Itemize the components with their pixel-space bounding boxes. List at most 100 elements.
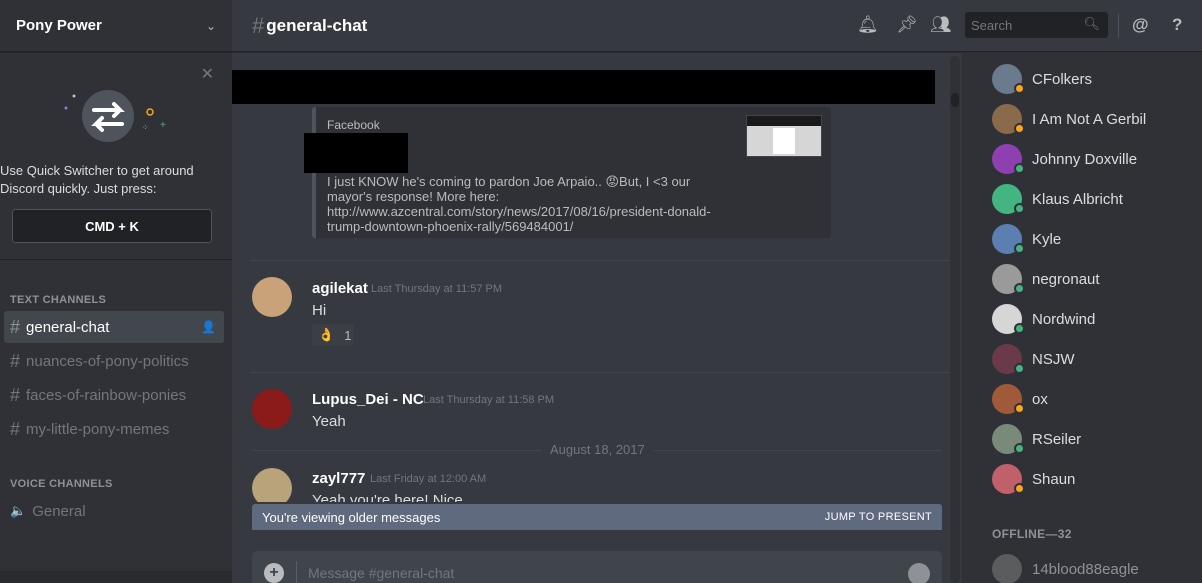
- upload-plus-icon[interactable]: +: [264, 563, 284, 583]
- quick-switcher-shortcut: CMD + K: [12, 209, 212, 243]
- channel-my-little-pony-memes[interactable]: # my-little-pony-memes: [4, 413, 224, 445]
- older-messages-banner: You're viewing older messages JUMP TO PR…: [252, 504, 942, 530]
- scrollbar-thumb[interactable]: [951, 93, 959, 107]
- member-list: CFolkers I Am Not A Gerbil Johnny Doxvil…: [962, 52, 1202, 583]
- invite-user-icon[interactable]: 👤: [201, 320, 216, 334]
- user-panel: [0, 571, 232, 583]
- status-online-icon: [1014, 323, 1025, 334]
- member-name: negronaut: [1032, 270, 1100, 288]
- ok-hand-icon: 👌: [318, 327, 335, 342]
- header-divider: [1118, 14, 1119, 38]
- member-item[interactable]: CFolkers: [962, 59, 1202, 99]
- message-author[interactable]: Lupus_Dei - NC: [312, 391, 424, 408]
- member-item[interactable]: NSJW: [962, 339, 1202, 379]
- mention-icon[interactable]: @: [1132, 15, 1149, 35]
- channel-faces-of-rainbow-ponies[interactable]: # faces-of-rainbow-ponies: [4, 379, 224, 411]
- avatar[interactable]: [252, 277, 292, 317]
- reaction-count: 1: [344, 327, 352, 343]
- member-item[interactable]: 14blood88eagle: [962, 549, 1202, 583]
- message-input[interactable]: Message #general-chat: [308, 565, 454, 581]
- channel-sidebar: Pony Power ⌄ ✕ + ⁘ Use Quick Switcher to…: [0, 0, 232, 583]
- reaction-badge[interactable]: 👌 1: [312, 324, 354, 346]
- member-item[interactable]: negronaut: [962, 259, 1202, 299]
- pin-icon[interactable]: 📌︎: [896, 15, 918, 35]
- emoji-picker-icon[interactable]: [908, 563, 930, 583]
- status-online-icon: [1014, 283, 1025, 294]
- member-name: Klaus Albricht: [1032, 190, 1123, 208]
- search-placeholder: Search: [971, 17, 1013, 33]
- voice-channel-general[interactable]: 🔈 General: [4, 495, 224, 527]
- message-text: Yeah you're here! Nice: [312, 492, 463, 502]
- member-name: 14blood88eagle: [1032, 560, 1139, 578]
- embed-thumbnail[interactable]: [746, 115, 822, 157]
- avatar[interactable]: [252, 389, 292, 429]
- member-item[interactable]: Klaus Albricht: [962, 179, 1202, 219]
- svg-text:+: +: [160, 120, 166, 131]
- message-timestamp: Last Thursday at 11:58 PM: [423, 394, 555, 406]
- member-name: ox: [1032, 390, 1048, 408]
- hash-icon: #: [10, 418, 21, 439]
- channel-label: general-chat: [26, 318, 110, 336]
- svg-text:⁘: ⁘: [142, 123, 149, 132]
- hash-icon: #: [10, 384, 21, 405]
- member-item[interactable]: Johnny Doxville: [962, 139, 1202, 179]
- member-name: Shaun: [1032, 470, 1076, 488]
- status-online-icon: [1014, 443, 1025, 454]
- channel-title: general-chat: [266, 15, 368, 35]
- avatar: [992, 554, 1022, 583]
- link-embed: Facebook I just KNOW he's coming to pard…: [304, 107, 831, 238]
- status-online-icon: [1014, 163, 1025, 174]
- message-composer[interactable]: + Message #general-chat: [252, 551, 942, 583]
- channel-label: my-little-pony-memes: [26, 420, 170, 438]
- voice-channels-title[interactable]: VOICE CHANNELS: [10, 478, 113, 490]
- member-name: RSeiler: [1032, 430, 1082, 448]
- scrollbar-track[interactable]: [950, 56, 960, 583]
- channel-nuances-of-pony-politics[interactable]: # nuances-of-pony-politics: [4, 345, 224, 377]
- search-icon: 🔍︎: [1083, 16, 1100, 31]
- hash-icon: #: [252, 12, 265, 38]
- status-idle-icon: [1014, 83, 1025, 94]
- member-item[interactable]: Shaun: [962, 459, 1202, 499]
- member-name: Nordwind: [1032, 310, 1096, 328]
- member-item[interactable]: ox: [962, 379, 1202, 419]
- member-name: Kyle: [1032, 230, 1062, 248]
- member-item[interactable]: Kyle: [962, 219, 1202, 259]
- member-item[interactable]: Nordwind: [962, 299, 1202, 339]
- members-icon[interactable]: 👥︎: [930, 15, 952, 35]
- message-divider: [250, 260, 952, 261]
- avatar[interactable]: [252, 468, 292, 502]
- message-timestamp: Last Friday at 12:00 AM: [370, 473, 487, 485]
- status-idle-icon: [1014, 483, 1025, 494]
- date-divider-label: August 18, 2017: [542, 442, 653, 457]
- help-icon[interactable]: ?: [1172, 15, 1182, 35]
- message-timestamp: Last Thursday at 11:57 PM: [371, 283, 503, 295]
- member-name: Johnny Doxville: [1032, 150, 1138, 168]
- server-header[interactable]: Pony Power ⌄: [0, 0, 232, 52]
- server-name: Pony Power: [16, 17, 102, 34]
- redacted-block: [304, 133, 408, 173]
- member-item[interactable]: I Am Not A Gerbil: [962, 99, 1202, 139]
- quick-switcher-illustration-icon: + ⁘: [64, 90, 166, 142]
- member-name: NSJW: [1032, 350, 1075, 368]
- redacted-block: [232, 70, 935, 104]
- channel-general-chat[interactable]: # general-chat 👤: [4, 311, 224, 343]
- embed-description: I just KNOW he's coming to pardon Joe Ar…: [327, 174, 711, 234]
- status-idle-icon: [1014, 123, 1025, 134]
- channel-label: faces-of-rainbow-ponies: [26, 386, 187, 404]
- composer-divider: [296, 561, 297, 583]
- older-messages-text: You're viewing older messages: [262, 509, 441, 525]
- status-online-icon: [1014, 363, 1025, 374]
- chevron-down-icon[interactable]: ⌄: [206, 19, 216, 33]
- member-name: I Am Not A Gerbil: [1032, 110, 1147, 128]
- search-input[interactable]: Search 🔍︎: [965, 12, 1108, 38]
- text-channels-title[interactable]: TEXT CHANNELS: [10, 294, 106, 306]
- status-online-icon: [1014, 243, 1025, 254]
- member-item[interactable]: RSeiler: [962, 419, 1202, 459]
- message-author[interactable]: agilekat: [312, 280, 368, 297]
- member-name: CFolkers: [1032, 70, 1093, 88]
- bell-icon[interactable]: 🔔︎: [857, 15, 879, 35]
- message-author[interactable]: zayl777: [312, 470, 365, 487]
- close-icon[interactable]: ✕: [201, 64, 214, 84]
- jump-to-present-button[interactable]: JUMP TO PRESENT: [825, 511, 932, 523]
- message-divider: [250, 372, 952, 373]
